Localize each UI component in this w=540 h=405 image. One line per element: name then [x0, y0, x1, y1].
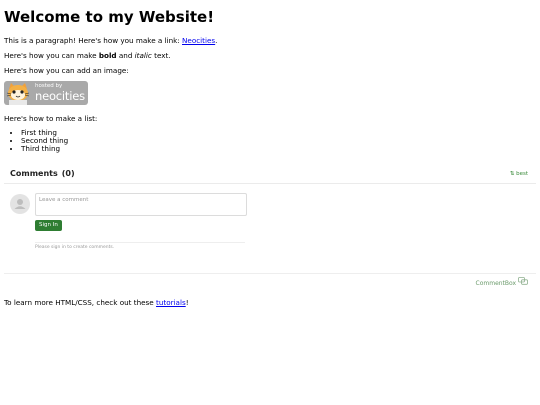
sort-dropdown[interactable]: ⇅ best — [510, 171, 528, 177]
page-title: Welcome to my Website! — [4, 8, 215, 26]
item-list: First thing Second thing Third thing — [4, 129, 536, 153]
neocities-link[interactable]: Neocities — [182, 36, 215, 45]
paragraph-format: Here's how you can make bold and italic … — [4, 51, 536, 60]
sign-in-button[interactable]: Sign In — [35, 220, 62, 231]
bold-text: bold — [98, 51, 117, 60]
learn-end: ! — [185, 298, 189, 307]
divider — [35, 242, 245, 243]
commentbox-logo-icon — [518, 277, 528, 285]
badge-brand-text: neocities — [35, 89, 85, 103]
list-item: Second thing — [21, 137, 536, 145]
page-content: Welcome to my Website! This is a paragra… — [4, 8, 536, 164]
paragraph-text: This is a paragraph! Here's how you make… — [4, 36, 183, 45]
learn-text: To learn more HTML/CSS, check out these — [4, 298, 157, 307]
italic-text: italic — [134, 51, 152, 60]
avatar — [10, 194, 30, 214]
learn-more-paragraph: To learn more HTML/CSS, check out these … — [4, 298, 189, 307]
comments-title-label: Comments — [10, 169, 58, 178]
user-icon — [14, 199, 26, 209]
comment-input[interactable]: Leave a comment — [35, 193, 247, 216]
list-item: First thing — [21, 129, 536, 137]
comments-count: (0) — [61, 169, 75, 178]
format-mid: and — [116, 51, 135, 60]
commentbox-footer-link[interactable]: CommentBox — [476, 277, 528, 287]
divider — [4, 273, 536, 274]
comments-title: Comments (0) — [10, 169, 75, 178]
comment-placeholder: Leave a comment — [39, 197, 89, 203]
list-intro: Here's how to make a list: — [4, 114, 98, 123]
list-item: Third thing — [21, 145, 536, 153]
tutorials-link[interactable]: tutorials — [156, 298, 186, 307]
sort-label: best — [516, 171, 528, 177]
hosted-by-neocities-badge: hosted by neocities — [4, 81, 88, 105]
paragraph-end: . — [215, 36, 218, 45]
comments-header: Comments (0) ⇅ best — [4, 164, 536, 184]
comment-box: Comments (0) ⇅ best Leave a comment Sign … — [4, 164, 536, 290]
paragraph-image: Here's how you can add an image: — [4, 66, 129, 75]
footer-label: CommentBox — [475, 280, 517, 287]
paragraph-link: This is a paragraph! Here's how you make… — [4, 36, 536, 45]
cat-logo-icon — [6, 83, 30, 105]
sign-in-note: Please sign in to create comments. — [35, 245, 115, 250]
format-end: text. — [151, 51, 171, 60]
format-pre: Here's how you can make — [4, 51, 99, 60]
